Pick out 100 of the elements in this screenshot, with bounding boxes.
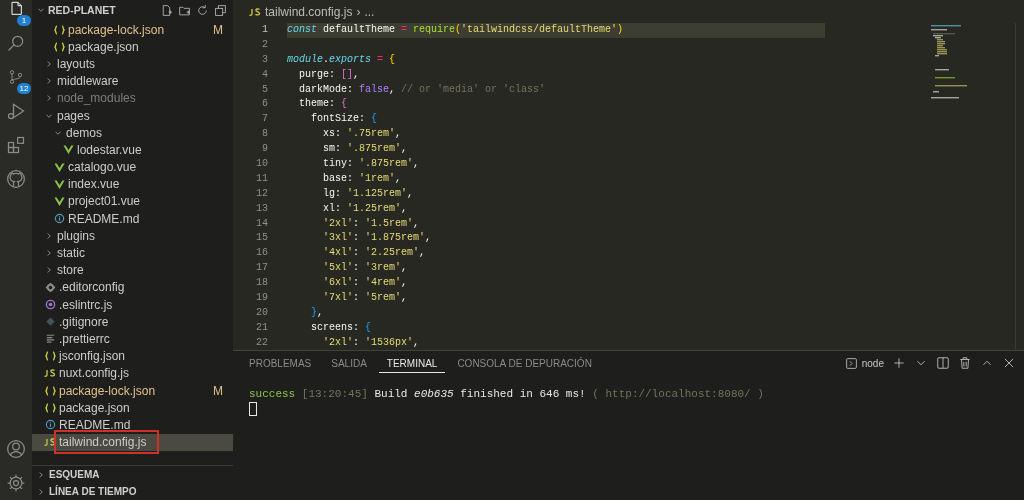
file-tree-item[interactable]: package-lock.json M [32,21,233,39]
code-line: '2xl': '1.5rem', [322,216,421,231]
info-icon [53,213,65,225]
file-tree-item[interactable]: middleware [32,72,233,90]
line-number: 11 [255,171,269,186]
json-braces-icon [44,385,56,396]
play-bug-icon[interactable] [6,101,26,121]
vue-logo-icon [53,161,65,173]
file-tree-item[interactable]: project01.vue [32,192,233,211]
file-tree-item[interactable]: demos [32,124,233,142]
line-number: 5 [261,82,269,97]
file-tree-item[interactable]: README.md [32,416,233,434]
section-header[interactable]: LÍNEA DE TIEMPO [32,483,233,500]
line-number: 2 [261,37,269,52]
file-tree-item[interactable]: store [32,261,233,279]
file-tree-item[interactable]: package-lock.json M [32,381,233,400]
files-icon[interactable] [8,1,24,17]
breadcrumb-file[interactable]: tailwind.config.js [249,5,353,19]
code-line: '4xl': '2.25rem', [322,246,427,261]
search-icon[interactable] [6,33,26,53]
explorer-title: RED-PLANET [48,4,117,16]
modified-marker: M [213,383,223,398]
account-icon[interactable] [6,439,26,459]
panel-tab[interactable]: CONSOLA DE DEPURACIÓN [449,353,600,373]
line-number: 15 [255,231,269,246]
close-icon[interactable] [1002,356,1016,370]
file-tree-item[interactable]: catalogo.vue [32,158,233,176]
section-header[interactable]: ESQUEMA [32,466,233,483]
file-tree-item[interactable]: package.json [32,399,233,417]
count-badge: 1 [17,15,31,26]
diamond-icon [44,316,56,328]
breadcrumb-symbol[interactable]: ... [364,5,375,19]
file-tree-item[interactable]: README.md [32,210,233,228]
panel-tab[interactable]: PROBLEMAS [241,353,320,373]
line-number: 7 [261,112,269,127]
line-number: 4 [261,67,269,82]
refresh-icon[interactable] [196,3,209,17]
file-tree-item[interactable]: tailwind.config.js [32,433,233,451]
file-tree-item[interactable]: index.vue [32,175,233,193]
code-line: purge: [], [298,67,361,82]
file-tree-item[interactable]: nuxt.config.js [32,364,233,382]
file-tree-item[interactable]: plugins [32,227,233,245]
json-braces-icon [53,24,65,35]
js-file-icon [44,368,56,379]
code-line: darkMode: false, // or 'media' or 'class' [298,82,547,97]
code-line: xs: '.75rem', [322,127,403,142]
file-tree-item[interactable]: node_modules [32,89,233,107]
line-number: 9 [261,142,269,157]
code-line: '7xl': '5rem', [322,291,409,306]
terminal-icon [844,356,858,370]
line-number: 6 [261,97,269,112]
file-tree-item[interactable]: layouts [32,55,233,73]
line-number: 20 [255,305,269,320]
file-tree-item[interactable]: .editorconfig [32,278,233,296]
gear-icon [44,281,56,293]
split-icon[interactable] [936,356,950,370]
panel-tab[interactable]: TERMINAL [378,353,446,373]
file-tree-item[interactable]: pages [32,106,233,125]
file-tree-item[interactable]: .gitignore [32,313,233,331]
modified-marker: M [213,22,223,37]
line-number: 18 [255,276,269,291]
file-tree-item[interactable]: jsconfig.json [32,347,233,365]
line-number: 19 [255,291,269,306]
terminal-selector[interactable]: node [844,356,884,370]
terminal-output: success [13:20:45] Build e0b635 finished in 646 ms! ( http://localhost:8080/ ) [249,387,765,402]
ring-icon [44,299,56,311]
collapse-icon[interactable] [214,3,227,17]
line-number: 14 [255,216,269,231]
plus-icon[interactable] [892,356,906,370]
line-number: 1 [261,23,269,37]
code-line: '3xl': '1.875rem', [322,231,433,246]
new-file-icon[interactable] [160,3,173,17]
line-number: 21 [255,320,269,335]
line-number: 17 [255,261,269,276]
code-line: base: '1rem', [322,171,403,186]
file-tree-item[interactable]: package.json [32,38,233,56]
file-tree-item[interactable]: static [32,244,233,262]
panel-tab[interactable]: SALIDA [323,353,375,373]
code-line: '2xl': '1536px', [322,335,421,350]
line-number: 13 [255,201,269,216]
file-tree-item[interactable]: .prettierrc [32,330,233,348]
lines-icon [44,333,56,345]
code-line: }, [310,305,325,320]
info-icon [44,419,56,431]
code-line: module.exports = { [287,52,397,67]
blocks-icon[interactable] [6,135,26,155]
settings-icon[interactable] [6,473,26,493]
branch-icon[interactable] [8,69,24,85]
trash-icon[interactable] [958,356,972,370]
code-line: xl: '1.25rem', [322,201,409,216]
file-tree-item[interactable]: .eslintrc.js [32,296,233,314]
js-file-icon [249,7,261,17]
github-icon[interactable] [6,169,26,189]
line-number: 16 [255,246,269,261]
line-number: 10 [255,157,269,171]
file-tree-item[interactable]: lodestar.vue [32,141,233,159]
vue-logo-icon [62,144,74,156]
vue-logo-icon [53,195,65,207]
line-number: 3 [261,52,269,67]
code-line: fontSize: { [310,112,379,127]
